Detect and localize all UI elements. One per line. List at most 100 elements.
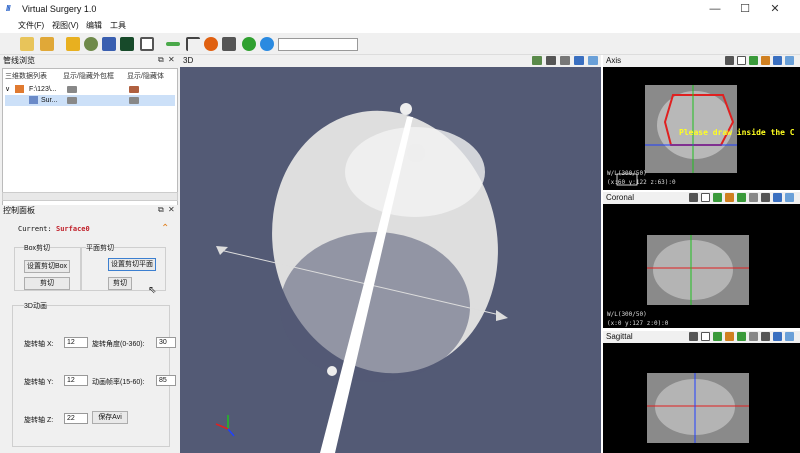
ruler-icon[interactable] (166, 42, 180, 46)
layout-icon[interactable] (773, 56, 782, 65)
menu-edit[interactable]: 编辑 (86, 20, 102, 31)
color-icon[interactable] (725, 193, 734, 202)
panel-close-icon[interactable]: ✕ (168, 55, 175, 64)
coronal-brain (653, 240, 733, 300)
window-icon[interactable] (701, 332, 710, 341)
widget-handle-top[interactable] (400, 103, 412, 115)
grid-icon[interactable] (222, 37, 236, 51)
plane-cut-button[interactable]: 剪切 (108, 277, 132, 290)
camera-icon[interactable] (761, 193, 770, 202)
widget-arrow-left[interactable] (216, 246, 228, 255)
axis-view[interactable]: Axis Please draw inside the C W/L(300/50… (603, 55, 800, 190)
coronal-slice-canvas[interactable] (603, 204, 800, 328)
file-icon (15, 85, 24, 93)
collapse-up-icon[interactable]: ⌃ (161, 223, 169, 234)
sagittal-view[interactable]: Sagittal (603, 331, 800, 453)
maximize-view-icon[interactable] (588, 56, 598, 65)
fullscreen-icon[interactable] (560, 56, 570, 65)
camera-icon[interactable] (546, 56, 556, 65)
surface-icon[interactable] (84, 37, 98, 51)
pipeline-panel-title: 管线浏览 (0, 55, 180, 67)
maximize-view-icon[interactable] (785, 56, 794, 65)
rotation-z-label: 旋转轴 Z: (24, 417, 54, 424)
close-button[interactable]: ✕ (760, 0, 790, 18)
coronal-view[interactable]: Coronal W/L(300/50) (x:0 y:127 z:0):0 (603, 192, 800, 328)
layout-icon[interactable] (773, 193, 782, 202)
maximize-view-icon[interactable] (785, 193, 794, 202)
crosshair-icon[interactable] (713, 332, 722, 341)
marker-icon[interactable] (204, 37, 218, 51)
minimize-button[interactable]: — (700, 0, 730, 18)
search-icon[interactable] (689, 193, 698, 202)
color-icon[interactable] (725, 332, 734, 341)
axis-coordinates: (x:60 y:122 z:63):0 (607, 179, 676, 186)
settings-icon[interactable] (532, 56, 542, 65)
slice-icon[interactable] (120, 37, 134, 51)
panel-close-icon[interactable]: ✕ (168, 205, 175, 214)
float-icon[interactable]: ⧉ (158, 205, 164, 215)
float-icon[interactable]: ⧉ (158, 55, 164, 65)
menu-view[interactable]: 视图(V) (52, 20, 79, 31)
open-file-icon[interactable] (40, 37, 54, 51)
crosshair-icon[interactable] (749, 56, 758, 65)
widget-handle-center[interactable] (407, 144, 425, 162)
menu-tools[interactable]: 工具 (110, 20, 126, 31)
widget-arrow-right[interactable] (496, 310, 508, 321)
rotation-z-input[interactable]: 22 (64, 413, 88, 424)
lock-icon[interactable] (66, 37, 80, 51)
render-3d-canvas[interactable] (180, 67, 601, 453)
box-cut-button[interactable]: 剪切 (24, 277, 70, 290)
rotation-x-input[interactable]: 12 (64, 337, 88, 348)
search-icon[interactable] (689, 332, 698, 341)
text-icon[interactable] (749, 332, 758, 341)
set-box-button[interactable]: 设置剪切Box (24, 260, 70, 273)
menu-file[interactable]: 文件(F) (18, 20, 44, 31)
frame-rate-input[interactable]: 85 (156, 375, 176, 386)
tree-row-surface[interactable]: Sur... (5, 95, 175, 106)
volume-toggle-icon[interactable] (129, 86, 139, 93)
tree-row-file[interactable]: ∨ F:\123\... (5, 84, 175, 95)
window-icon[interactable] (140, 37, 154, 51)
layout-icon[interactable] (574, 56, 584, 65)
window-icon[interactable] (737, 56, 746, 65)
layout-icon[interactable] (773, 332, 782, 341)
color-icon[interactable] (761, 56, 770, 65)
window-icon[interactable] (701, 193, 710, 202)
pipeline-panel: 管线浏览 ⧉ ✕ 三维数据列表 显示/隐藏外包框 显示/隐藏体 ∨ F:\123… (0, 55, 180, 248)
search-icon[interactable] (725, 56, 734, 65)
angle-input[interactable]: 30 (156, 337, 176, 348)
view-3d[interactable]: 3D (180, 55, 601, 453)
crosshair-icon[interactable] (713, 193, 722, 202)
volume-toggle-icon[interactable] (129, 97, 139, 104)
sagittal-slice-canvas[interactable] (603, 343, 800, 453)
camera-icon[interactable] (761, 332, 770, 341)
open-folder-icon[interactable] (20, 37, 34, 51)
rotation-y-input[interactable]: 12 (64, 375, 88, 386)
app-logo-icon: /// (6, 4, 11, 13)
axis-warning-message: Please draw inside the C (679, 128, 795, 137)
col-toggle-bbox: 显示/隐藏外包框 (63, 73, 114, 80)
file-label: F:\123\... (29, 86, 57, 93)
save-avi-button[interactable]: 保存Avi (92, 411, 128, 424)
3d-icon[interactable] (260, 37, 274, 51)
widget-handle-bottom[interactable] (327, 366, 337, 376)
text-icon[interactable] (749, 193, 758, 202)
toolbar-input[interactable] (278, 38, 358, 51)
horizontal-scrollbar[interactable] (2, 192, 178, 201)
frame-rate-label: 动画帧率(15-60): (92, 379, 145, 386)
play-icon[interactable] (737, 193, 746, 202)
globe-icon[interactable] (242, 37, 256, 51)
maximize-view-icon[interactable] (785, 332, 794, 341)
bbox-toggle-icon[interactable] (67, 97, 77, 104)
play-icon[interactable] (737, 332, 746, 341)
angle-icon[interactable] (186, 37, 200, 51)
bbox-toggle-icon[interactable] (67, 86, 77, 93)
expand-icon[interactable]: ∨ (5, 84, 10, 95)
volume-icon[interactable] (102, 37, 116, 51)
axes-z-indicator (227, 428, 235, 437)
maximize-button[interactable]: ☐ (730, 0, 760, 18)
title-bar: /// Virtual Surgery 1.0 — ☐ ✕ (0, 0, 800, 18)
col-toggle-volume: 显示/隐藏体 (127, 73, 164, 80)
set-plane-button[interactable]: 设置剪切平面 (108, 258, 156, 271)
axis-window-level: W/L(300/50) (607, 170, 647, 177)
